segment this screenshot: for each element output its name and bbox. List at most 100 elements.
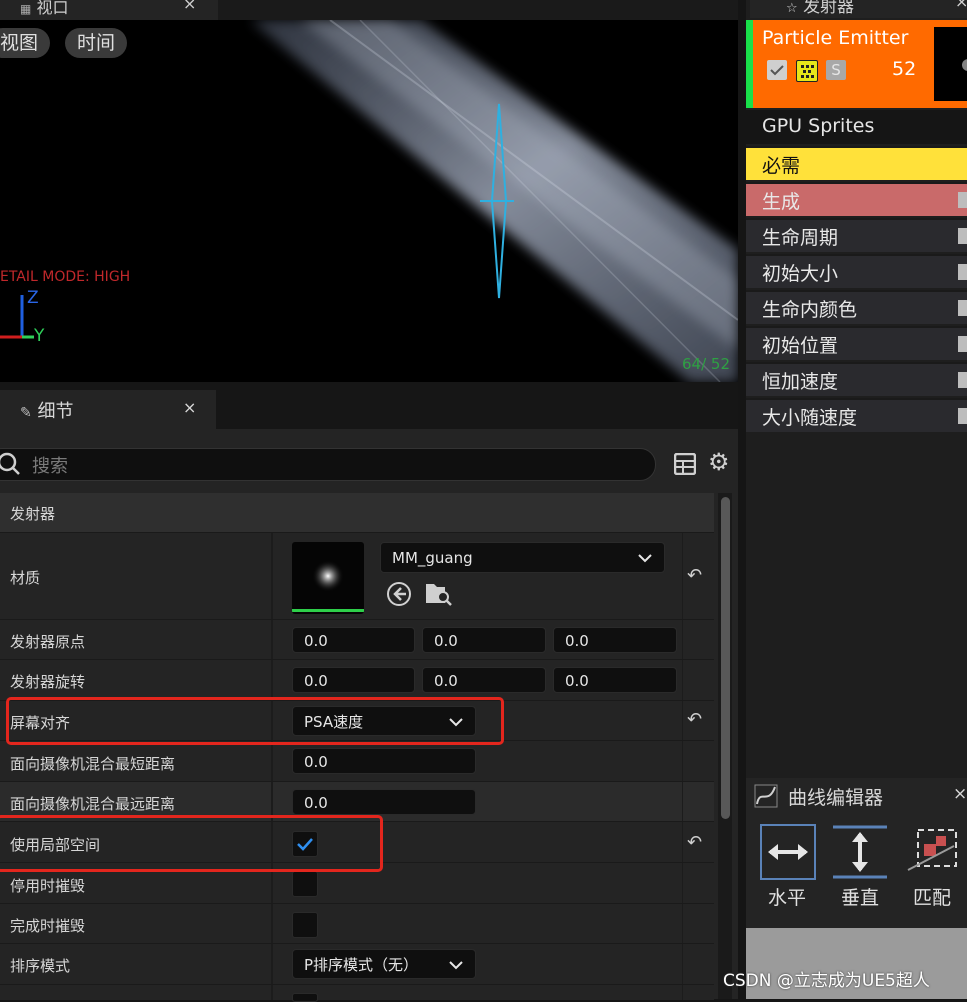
curve-editor-icon [754,784,778,808]
module-type-data[interactable]: GPU Sprites [746,110,967,144]
material-label: 材质 [10,569,41,587]
browse-asset-icon[interactable] [425,581,453,607]
origin-y-field[interactable]: 0.0 [422,627,546,653]
module-item[interactable]: 生命周期 [746,218,967,252]
module-label: 生命周期 [762,227,839,249]
emitters-tab[interactable]: ☆ 发射器 × [750,0,967,18]
time-button[interactable]: 时间 [65,28,128,58]
emitter-detail-icon[interactable] [796,60,818,82]
fit-label: 匹配 [913,887,952,909]
reset-icon[interactable]: ↶ [687,565,702,586]
module-label: 必需 [762,155,801,177]
material-thumbnail[interactable] [292,542,364,614]
emitter-solo-button[interactable]: S [826,60,846,80]
module-item[interactable]: 初始大小 [746,254,967,288]
partial-checkbox[interactable] [292,993,318,1002]
search-placeholder: 搜索 [32,456,68,477]
kill-deactivate-label: 停用时摧毁 [10,877,86,895]
sort-mode-label: 排序模式 [10,957,71,975]
gear-icon[interactable]: ⚙ [708,448,730,476]
emitter-particle-count: 52 [892,58,917,80]
chevron-down-icon [638,543,652,584]
emitter-thumbnail [934,27,967,101]
origin-x-field[interactable]: 0.0 [292,627,415,653]
module-item[interactable]: 恒加速度 [746,362,967,396]
reset-icon[interactable]: ↶ [687,709,702,730]
particle-beam [0,20,738,382]
search-input[interactable] [0,448,656,481]
viewport-canvas[interactable]: 视图 时间 ETAIL MODE: HIGH Z Y 64/ 52 [0,20,738,382]
scrollbar-thumb[interactable] [721,497,730,819]
module-item[interactable]: 初始位置 [746,326,967,360]
fps-counter: 64/ 52 [682,355,730,373]
module-enable-checkbox[interactable] [958,192,967,208]
axis-y-label: Y [34,326,45,346]
close-icon[interactable]: × [183,0,196,13]
material-combo[interactable]: MM_guang [380,542,665,573]
close-icon[interactable]: × [955,0,967,11]
close-icon[interactable]: × [953,784,967,804]
module-item[interactable]: 生成 [746,182,967,216]
property-row-material: 材质 MM_guang ↶ [0,532,714,620]
property-row-kill-completed: 完成时摧毁 [0,903,714,944]
camera-max-label: 面向摄像机混合最远距离 [10,795,176,813]
highlight-box [0,815,383,872]
property-row-camera-min: 面向摄像机混合最短距离 0.0 [0,740,714,782]
sort-mode-value: P排序模式（无） [304,956,419,974]
module-enable-checkbox[interactable] [958,408,967,424]
origin-z-field[interactable]: 0.0 [553,627,677,653]
emitter-selected-bar [746,20,753,108]
module-label: 生成 [762,191,801,213]
grid-view-icon[interactable] [674,453,696,475]
module-enable-checkbox[interactable] [958,336,967,352]
details-tab-title: ✎ 细节 [20,401,74,422]
module-item[interactable]: 必需 [746,146,967,180]
watermark: CSDN @立志成为UE5超人 [723,971,930,991]
camera-min-field[interactable]: 0.0 [292,748,476,774]
use-selected-icon[interactable] [386,581,412,607]
rotation-label: 发射器旋转 [10,673,86,691]
module-label: 初始位置 [762,335,839,357]
property-row-origin: 发射器原点 0.0 0.0 0.0 [0,619,714,660]
camera-max-field[interactable]: 0.0 [292,789,476,815]
rotation-x-field[interactable]: 0.0 [292,667,415,693]
close-icon[interactable]: × [183,398,196,417]
kill-completed-checkbox[interactable] [292,912,318,938]
category-label: 发射器 [10,505,56,523]
search-icon [0,452,20,475]
fit-horizontal-icon[interactable] [760,824,816,880]
module-enable-checkbox[interactable] [958,228,967,244]
module-label: 生命内颜色 [762,299,858,321]
pencil-icon: ✎ [20,405,32,421]
module-enable-checkbox[interactable] [958,264,967,280]
highlight-box [6,697,504,745]
property-row-partial [0,984,714,1002]
module-enable-checkbox[interactable] [958,372,967,388]
module-enable-checkbox[interactable] [958,300,967,316]
reset-icon[interactable]: ↶ [687,832,702,853]
emitter-name: Particle Emitter [762,27,909,49]
module-label: 初始大小 [762,263,839,285]
viewport-icon: ▦ [20,2,32,16]
fit-match-icon[interactable] [906,826,962,880]
camera-min-label: 面向摄像机混合最短距离 [10,755,176,773]
rotation-z-field[interactable]: 0.0 [553,667,677,693]
viewport-tab[interactable]: ▦ 视口 × [0,0,218,20]
material-value: MM_guang [392,549,473,567]
viewport-tab-title: ▦ 视口 [20,0,69,17]
rotation-y-field[interactable]: 0.0 [422,667,546,693]
emitters-tab-title: ☆ 发射器 [786,0,855,17]
module-item[interactable]: 生命内颜色 [746,290,967,324]
kill-deactivate-checkbox[interactable] [292,871,318,897]
property-row-sort-mode: 排序模式 P排序模式（无） [0,943,714,985]
details-tab[interactable]: ✎ 细节 × [0,390,216,429]
category-header[interactable]: 发射器 [0,493,714,532]
module-label: 恒加速度 [762,371,839,393]
type-data-label: GPU Sprites [762,115,875,137]
sort-mode-combo[interactable]: P排序模式（无） [292,949,476,979]
module-item[interactable]: 大小随速度 [746,398,967,432]
emitter-enabled-checkbox[interactable] [767,60,787,80]
fit-vertical-icon[interactable] [832,824,888,880]
origin-label: 发射器原点 [10,633,86,651]
view-button[interactable]: 视图 [0,28,51,58]
